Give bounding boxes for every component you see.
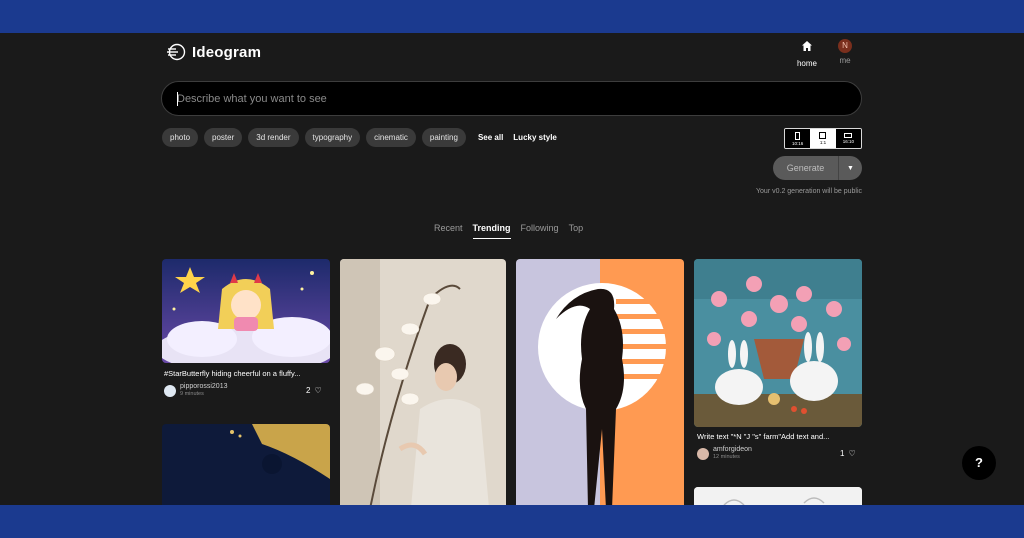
gallery-image-rabbits[interactable] [694,259,862,427]
prompt-search-bar[interactable] [161,81,862,116]
chip-cinematic[interactable]: cinematic [366,128,416,147]
gold-navy-artwork [162,424,330,505]
lucky-style-link[interactable]: Lucky style [513,133,557,142]
generate-options-dropdown[interactable]: ▼ [838,156,862,180]
tab-recent[interactable]: Recent [434,223,463,239]
star-butterfly-illustration [162,259,330,363]
ratio-16-10[interactable]: 16:10 [835,129,861,148]
card-caption: #StarButterfly hiding cheerful on a fluf… [164,369,301,378]
woman-orchids-photo [340,259,506,505]
chip-3d-render[interactable]: 3d render [248,128,299,147]
logo-text: Ideogram [192,43,262,61]
post-time: 12 minutes [713,454,740,460]
like-button[interactable]: 2 ♡ [306,386,322,395]
gallery-image-silhouette[interactable] [516,259,684,505]
card-caption: Write text "*N "J "s" farm"Add text and.… [697,432,830,441]
style-chips: photo poster 3d render typography cinema… [162,128,557,147]
generate-button[interactable]: Generate [773,156,838,180]
chip-poster[interactable]: poster [204,128,243,147]
chip-photo[interactable]: photo [162,128,199,147]
aspect-ratio-selector: 10:16 1:1 16:10 [784,128,862,149]
home-icon [802,41,812,51]
portrait-ratio-icon [795,131,801,140]
see-all-link[interactable]: See all [478,133,503,142]
text-caret [177,92,178,106]
author-name: pipporossi2013 [180,383,228,390]
gallery-image-woman-orchids[interactable] [340,259,506,505]
app-window: Ideogram home N me photo poster 3d rende… [0,33,1024,505]
caret-down-icon: ▼ [847,164,854,172]
prompt-input[interactable] [162,82,861,115]
top-frame-bar [0,0,1024,33]
silhouette-illustration [516,259,684,505]
nav-me[interactable]: N me [833,39,857,65]
generate-button-group: Generate ▼ [773,156,862,180]
ratio-1-1[interactable]: 1:1 [810,129,836,148]
feed-tabs: Recent Trending Following Top [434,223,583,239]
tab-top[interactable]: Top [569,223,584,239]
chip-painting[interactable]: painting [421,128,466,147]
heart-icon: ♡ [314,386,322,395]
tab-trending[interactable]: Trending [472,223,511,239]
author-avatar [164,384,176,397]
square-ratio-icon [819,132,827,139]
nav-me-label: me [839,56,851,65]
tab-following[interactable]: Following [521,223,559,239]
nav-home-label: home [796,59,817,68]
post-time: 9 minutes [180,391,204,397]
like-count: 1 [840,449,845,458]
like-button[interactable]: 1 ♡ [840,449,856,458]
logo[interactable]: Ideogram [166,42,261,62]
gallery-image-bunny-text[interactable] [694,487,862,505]
ideogram-logo-icon [167,43,186,61]
gallery-image-star-butterfly[interactable] [162,259,330,363]
ratio-label: 16:10 [842,139,854,144]
landscape-ratio-icon [844,133,853,138]
gallery-image-gold-navy[interactable] [162,424,330,505]
card-author[interactable]: pipporossi2013 9 minutes [164,383,227,398]
public-generation-note: Your v0.2 generation will be public [756,188,862,195]
rabbits-flowers-illustration [694,259,862,427]
avatar: N [838,39,852,53]
author-name: amforgideon [713,446,752,453]
nav-home[interactable]: home [795,39,819,68]
bottom-frame-bar [0,505,1024,538]
ratio-label: 1:1 [819,140,827,145]
card-author[interactable]: amforgideon 12 minutes [697,446,752,461]
help-button[interactable]: ? [962,446,996,480]
ratio-label: 10:16 [792,140,804,146]
author-avatar [697,447,709,460]
bunny-sketch-illustration [694,487,862,505]
chip-typography[interactable]: typography [304,128,361,147]
heart-icon: ♡ [848,449,856,458]
ratio-10-16[interactable]: 10:16 [785,129,811,148]
like-count: 2 [306,386,311,395]
